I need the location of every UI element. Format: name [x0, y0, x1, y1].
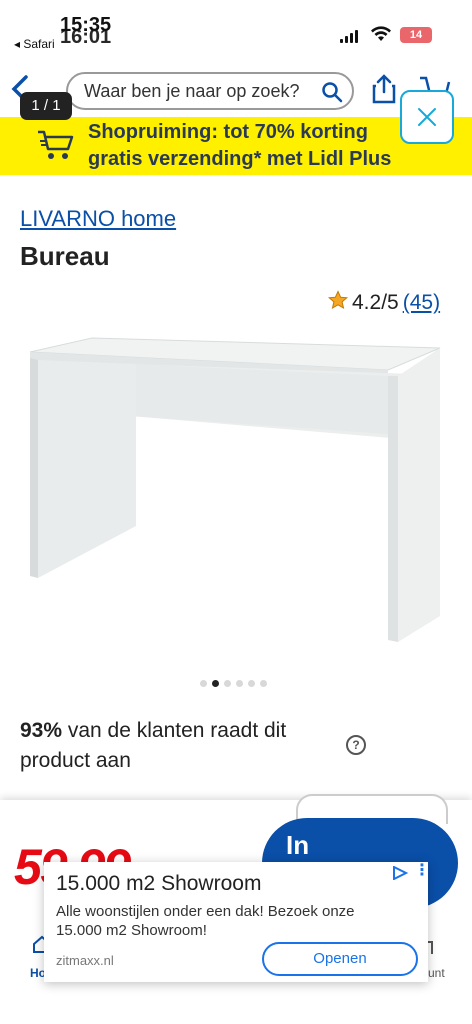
- star-icon: [327, 290, 349, 316]
- carousel-dot[interactable]: [236, 680, 243, 687]
- image-carousel-dots[interactable]: [200, 680, 267, 687]
- shopping-cart-icon: [36, 127, 76, 168]
- ad-description: Alle woonstijlen onder een dak! Bezoek o…: [56, 903, 355, 939]
- wifi-icon: [370, 26, 392, 47]
- carousel-dot[interactable]: [248, 680, 255, 687]
- product-title: Bureau: [20, 241, 110, 271]
- carousel-dot[interactable]: [224, 680, 231, 687]
- rating-value: 4.2/5: [352, 291, 399, 314]
- banner-line-2: gratis verzending* met Lidl Plus: [88, 148, 392, 170]
- close-button[interactable]: [400, 90, 454, 144]
- share-icon[interactable]: [370, 74, 398, 109]
- search-placeholder: Waar ben je naar op zoek?: [84, 80, 300, 101]
- search-input[interactable]: Waar ben je naar op zoek?: [66, 72, 354, 110]
- carousel-dot-active[interactable]: [212, 680, 219, 687]
- search-icon[interactable]: [320, 80, 344, 109]
- ad-choices-icon[interactable]: [392, 865, 409, 885]
- review-count-link[interactable]: (45): [403, 291, 440, 315]
- rating: 4.2/5 (45): [327, 290, 440, 316]
- ad-open-button[interactable]: Openen: [262, 942, 418, 976]
- recommend-percentage: 93%: [20, 719, 63, 742]
- info-icon[interactable]: ?: [346, 735, 366, 755]
- battery-icon: 14: [400, 27, 432, 43]
- banner-line-1: Shopruiming: tot 70% korting: [88, 121, 368, 143]
- ad-domain: zitmaxx.nl: [56, 953, 114, 968]
- cellular-signal-icon: [340, 30, 358, 43]
- carousel-dot[interactable]: [260, 680, 267, 687]
- ad-more-icon[interactable]: ⋮: [414, 863, 430, 879]
- carousel-dot[interactable]: [200, 680, 207, 687]
- back-to-app-link[interactable]: ◂ Safari: [14, 37, 55, 51]
- ad-title[interactable]: 15.000 m2 Showroom: [56, 872, 261, 896]
- status-time-overlay: 16:01: [60, 26, 112, 48]
- tab-account-label[interactable]: unt: [428, 966, 445, 980]
- ad-banner[interactable]: 15.000 m2 Showroom Alle woonstijlen onde…: [44, 862, 430, 982]
- close-icon: [418, 108, 436, 126]
- page-counter-badge: 1 / 1: [20, 92, 72, 120]
- recommendation-text: 93% van de klanten raadt dit product aan: [20, 716, 350, 776]
- brand-link[interactable]: LIVARNO home: [20, 206, 176, 232]
- product-image[interactable]: [20, 330, 450, 655]
